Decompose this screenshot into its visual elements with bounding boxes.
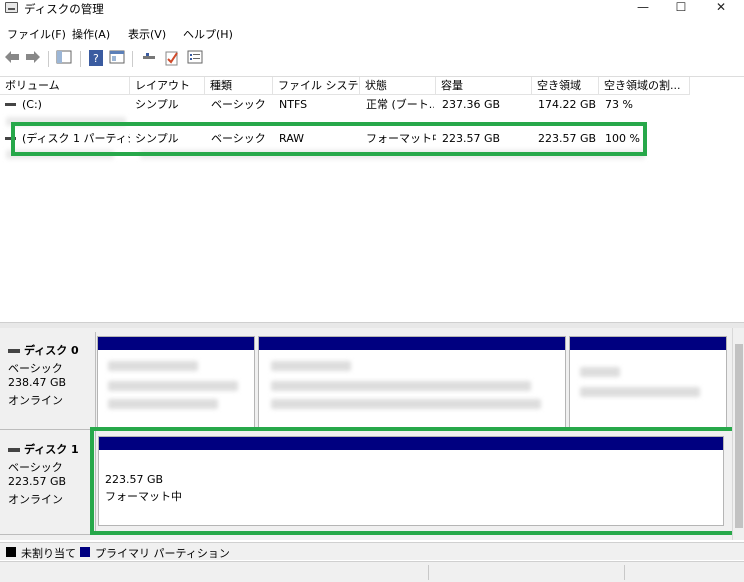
toolbar: ? <box>0 46 744 72</box>
maximize-button[interactable]: ☐ <box>662 0 700 17</box>
highlight-box <box>11 122 647 156</box>
column-free-percent[interactable]: 空き領域の割... <box>599 77 690 95</box>
menu-view[interactable]: 表示(V) <box>128 26 166 42</box>
disk-1-label[interactable]: ディスク 1 ベーシック 223.57 GB オンライン <box>0 431 96 535</box>
disk-0-type: ベーシック <box>8 362 63 375</box>
primary-partition-swatch <box>80 547 90 557</box>
toolbar-separator <box>80 51 81 67</box>
volume-layout: シンプル <box>135 98 179 111</box>
disk-view-scrollbar[interactable] <box>732 328 744 540</box>
status-divider <box>624 565 625 580</box>
back-arrow-icon[interactable] <box>3 50 21 68</box>
disk-icon <box>8 349 20 353</box>
window-title: ディスクの管理 <box>24 2 104 16</box>
disk-icon <box>8 448 20 452</box>
redacted-text <box>108 399 218 409</box>
svg-text:?: ? <box>93 52 99 65</box>
volume-free-percent: 73 % <box>605 98 633 111</box>
redacted-text <box>271 361 351 371</box>
partition-bar <box>570 337 726 350</box>
volume-list: ボリューム レイアウト 種類 ファイル システム 状態 容量 空き領域 空き領域… <box>0 76 744 320</box>
status-bar <box>0 561 744 582</box>
column-status[interactable]: 状態 <box>360 77 436 95</box>
menu-bar: ファイル(F) 操作(A) 表示(V) ヘルプ(H) <box>0 24 744 44</box>
disk-1-type: ベーシック <box>8 461 63 474</box>
legend-unallocated: 未割り当て <box>21 547 76 560</box>
toolbar-separator <box>48 51 49 67</box>
toolbar-separator <box>132 51 133 67</box>
forward-arrow-icon[interactable] <box>24 50 42 68</box>
disk-management-app-icon <box>5 2 18 13</box>
scrollbar-thumb[interactable] <box>735 344 743 528</box>
close-button[interactable]: ✕ <box>702 0 740 17</box>
minimize-button[interactable]: — <box>624 0 662 17</box>
partition-bar <box>259 337 565 350</box>
disk-1-state: オンライン <box>8 493 63 506</box>
status-divider <box>428 565 429 580</box>
disk-0-partition-c[interactable] <box>258 336 566 428</box>
properties-icon[interactable] <box>108 50 126 68</box>
disk-0-partition-3[interactable] <box>569 336 727 428</box>
highlight-box <box>90 427 738 535</box>
redacted-text <box>108 361 198 371</box>
volume-name: (C:) <box>22 98 42 111</box>
legend: 未割り当て プライマリ パーティション <box>0 542 744 560</box>
disk-1-size: 223.57 GB <box>8 475 67 488</box>
disk-0-label[interactable]: ディスク 0 ベーシック 238.47 GB オンライン <box>0 332 96 430</box>
disk-0-size: 238.47 GB <box>8 376 67 389</box>
disk-0-state: オンライン <box>8 394 63 407</box>
volume-type: ベーシック <box>211 98 266 111</box>
column-type[interactable]: 種類 <box>205 77 273 95</box>
column-file-system[interactable]: ファイル システム <box>273 77 360 95</box>
console-tree-icon[interactable] <box>55 50 73 68</box>
volume-free: 174.22 GB <box>538 98 597 111</box>
volume-capacity: 237.36 GB <box>442 98 501 111</box>
redacted-text <box>108 381 238 391</box>
menu-help[interactable]: ヘルプ(H) <box>183 26 233 42</box>
redacted-text <box>271 381 531 391</box>
volume-status: 正常 (ブート... <box>366 98 434 111</box>
disk-view: ディスク 0 ベーシック 238.47 GB オンライン ディスク 1 ベーシッ… <box>0 328 744 540</box>
title-bar: ディスクの管理 — ☐ ✕ <box>0 0 744 17</box>
unallocated-swatch <box>6 547 16 557</box>
connect-icon[interactable] <box>140 50 158 68</box>
settings-list-icon[interactable] <box>186 50 204 68</box>
disk-0-name: ディスク 0 <box>8 342 79 358</box>
column-capacity[interactable]: 容量 <box>436 77 532 95</box>
check-icon[interactable] <box>163 50 181 68</box>
menu-action[interactable]: 操作(A) <box>72 26 110 42</box>
help-icon[interactable]: ? <box>87 50 105 68</box>
column-volume[interactable]: ボリューム <box>0 77 130 95</box>
menu-file[interactable]: ファイル(F) <box>7 26 66 42</box>
redacted-text <box>271 399 541 409</box>
redacted-text <box>580 387 700 397</box>
column-free-space[interactable]: 空き領域 <box>532 77 599 95</box>
volume-fs: NTFS <box>279 98 308 111</box>
column-layout[interactable]: レイアウト <box>130 77 205 95</box>
disk-0-partition-1[interactable] <box>97 336 255 428</box>
partition-bar <box>98 337 254 350</box>
legend-primary-partition: プライマリ パーティション <box>95 547 230 560</box>
redacted-text <box>580 367 620 377</box>
volume-icon <box>5 103 16 106</box>
disk-1-name: ディスク 1 <box>8 441 79 457</box>
volume-row-c[interactable]: (C:) シンプル ベーシック NTFS 正常 (ブート... 237.36 G… <box>0 96 744 114</box>
